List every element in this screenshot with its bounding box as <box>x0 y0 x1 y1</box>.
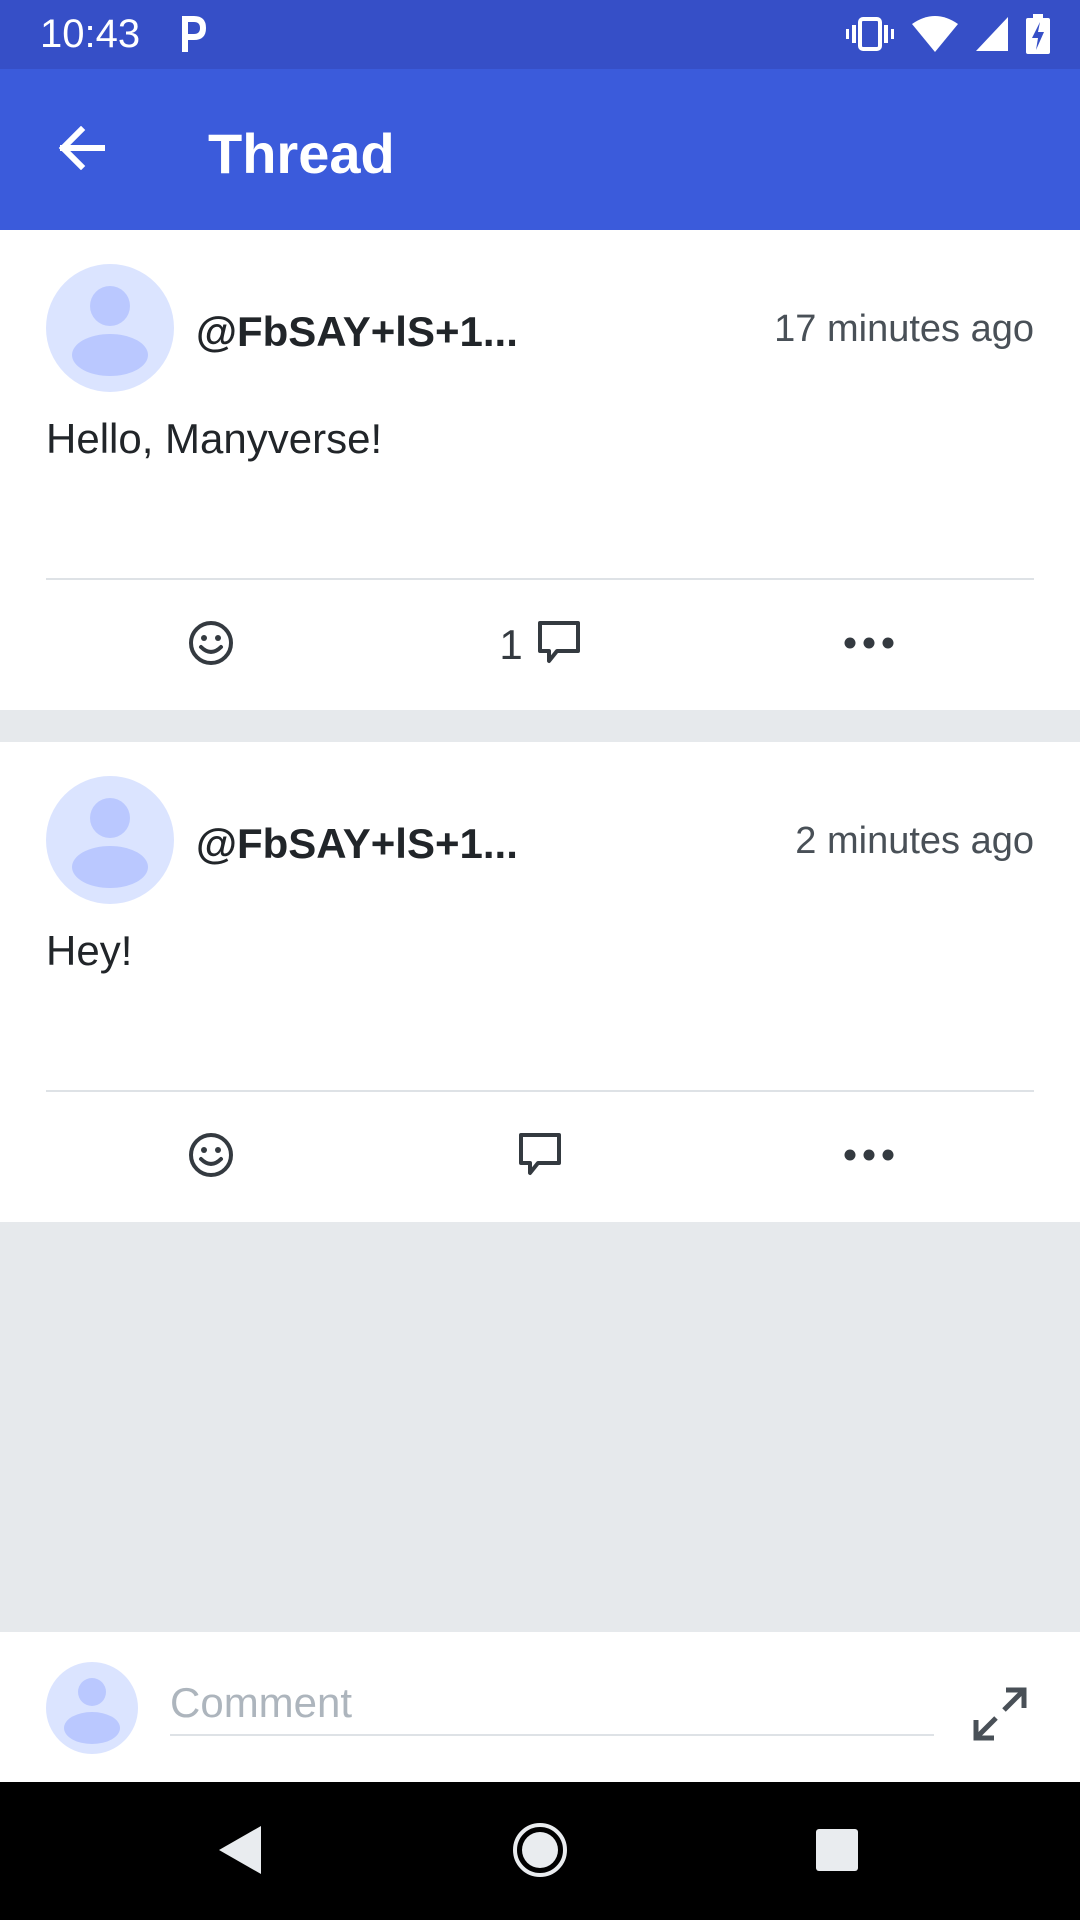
post-timestamp: 17 minutes ago <box>774 308 1034 350</box>
cell-signal-icon <box>976 17 1008 56</box>
app-bar: Thread <box>0 69 1080 230</box>
comment-composer <box>0 1632 1080 1782</box>
react-button[interactable] <box>186 615 236 675</box>
more-button[interactable] <box>841 1127 897 1187</box>
reply-count: 1 <box>499 621 523 668</box>
more-button[interactable] <box>841 615 897 675</box>
comment-icon <box>518 1132 562 1183</box>
avatar[interactable] <box>46 776 174 904</box>
avatar <box>46 1662 138 1754</box>
system-nav-bar <box>0 1782 1080 1920</box>
reply-button[interactable] <box>480 1127 600 1187</box>
vibrate-icon <box>846 17 894 56</box>
comment-icon <box>537 620 581 671</box>
nav-recents-button[interactable] <box>802 1817 872 1887</box>
nav-back-icon <box>215 1824 265 1881</box>
battery-charging-icon <box>1026 14 1050 59</box>
parking-p-icon <box>178 12 208 59</box>
post-card: @FbSAY+lS+1... 17 minutes ago Hello, Man… <box>0 230 1080 710</box>
wifi-icon <box>912 16 958 57</box>
more-dots-icon <box>844 636 894 654</box>
post-card: @FbSAY+lS+1... 2 minutes ago Hey! <box>0 742 1080 1222</box>
reply-button[interactable]: 1 <box>480 615 600 675</box>
status-bar: 10:43 <box>0 0 1080 69</box>
nav-home-button[interactable] <box>505 1817 575 1887</box>
post-text: Hello, Manyverse! <box>46 415 383 462</box>
post-author[interactable]: @FbSAY+lS+1... <box>196 308 518 356</box>
nav-home-icon <box>512 1822 568 1883</box>
divider <box>46 1090 1034 1092</box>
react-button[interactable] <box>186 1127 236 1187</box>
expand-button[interactable] <box>970 1684 1030 1744</box>
post-text: Hey! <box>46 927 133 974</box>
page-title: Thread <box>208 122 395 185</box>
avatar[interactable] <box>46 264 174 392</box>
smiley-icon <box>188 1132 234 1183</box>
divider <box>46 578 1034 580</box>
post-timestamp: 2 minutes ago <box>795 820 1034 862</box>
nav-back-button[interactable] <box>205 1817 275 1887</box>
status-icons <box>846 14 1050 59</box>
smiley-icon <box>188 620 234 671</box>
arrow-left-icon <box>57 125 106 175</box>
expand-icon <box>970 1687 1030 1748</box>
more-dots-icon <box>844 1148 894 1166</box>
back-button[interactable] <box>50 119 112 181</box>
comment-input[interactable] <box>170 1672 934 1736</box>
status-time: 10:43 <box>40 12 141 56</box>
post-author[interactable]: @FbSAY+lS+1... <box>196 820 518 868</box>
nav-recents-icon <box>814 1827 860 1878</box>
